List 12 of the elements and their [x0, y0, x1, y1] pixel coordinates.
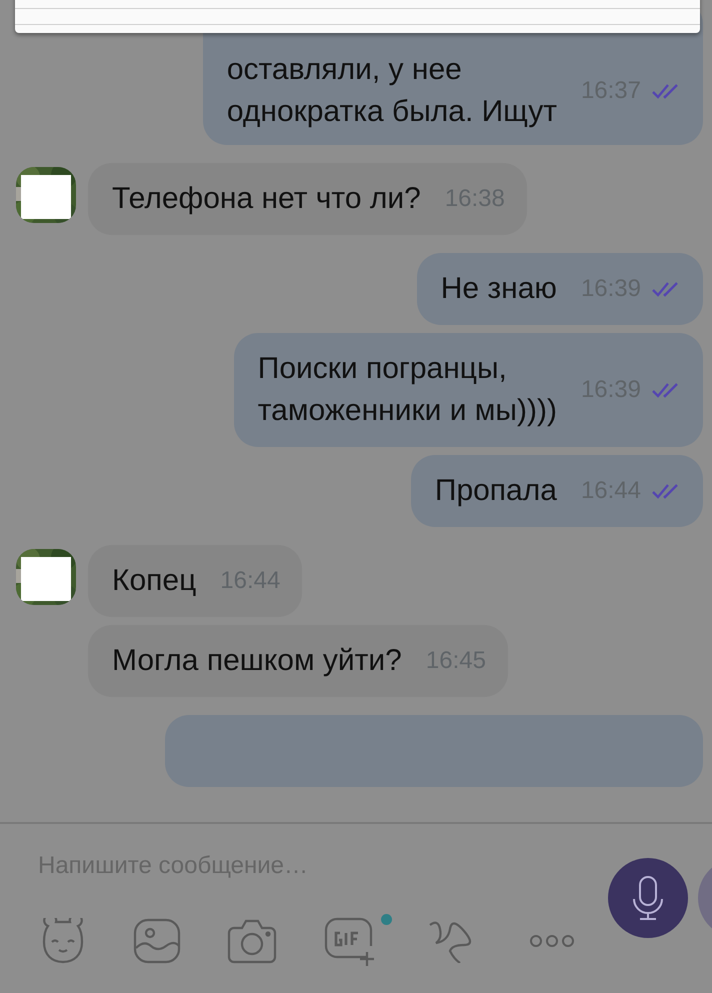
- gallery-icon[interactable]: [133, 918, 181, 964]
- message-text: оставляли, у нее однократка была. Ищут: [226, 52, 557, 130]
- message-text: Телефона нет что ли?: [112, 181, 421, 217]
- message-text: Пропала: [434, 473, 557, 509]
- more-icon[interactable]: [529, 934, 575, 948]
- camera-icon[interactable]: [226, 918, 278, 964]
- message-text: Могла пешком уйти?: [112, 643, 402, 679]
- microphone-icon: [630, 875, 666, 921]
- message-text: Поиски погранцы, таможенники и мы)))): [258, 351, 557, 429]
- message-text: Не знаю: [440, 271, 557, 307]
- doodle-icon[interactable]: [428, 919, 474, 963]
- message-text: Копец: [112, 563, 196, 599]
